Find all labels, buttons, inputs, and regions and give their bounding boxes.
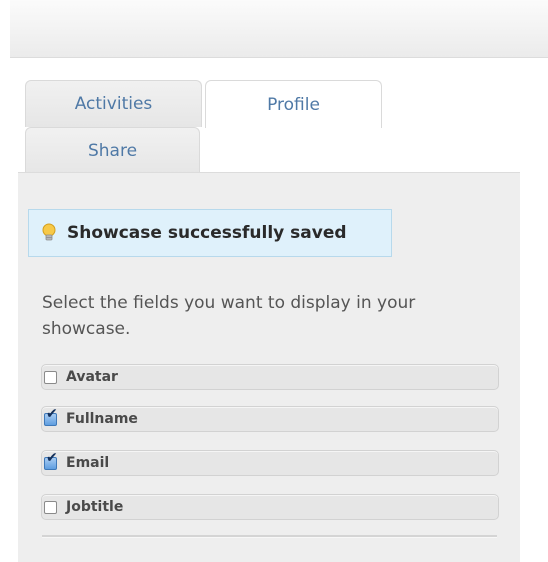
- tab-share-label: Share: [87, 141, 138, 161]
- email-checkbox[interactable]: ✔: [44, 451, 58, 470]
- field-row-email[interactable]: ✔ Email: [41, 450, 499, 476]
- checkmark-icon: ✔: [46, 449, 58, 466]
- success-notice: Showcase successfully saved: [28, 209, 392, 257]
- fullname-checkbox[interactable]: ✔: [44, 407, 58, 426]
- success-message: Showcase successfully saved: [67, 223, 347, 243]
- field-row-jobtitle[interactable]: Jobtitle: [41, 494, 499, 520]
- field-label-email: Email: [66, 455, 110, 471]
- field-selection-description: Select the fields you want to display in…: [42, 293, 416, 339]
- avatar-checkbox[interactable]: [44, 370, 57, 384]
- field-label-avatar: Avatar: [66, 369, 118, 385]
- lightbulb-icon: [42, 223, 56, 241]
- divider: [42, 535, 497, 538]
- field-label-fullname: Fullname: [66, 411, 138, 427]
- checkmark-icon: ✔: [46, 405, 58, 422]
- tab-profile[interactable]: Profile: [205, 80, 382, 128]
- field-row-fullname[interactable]: ✔ Fullname: [41, 406, 499, 432]
- jobtitle-checkbox[interactable]: [44, 500, 57, 514]
- top-bar: [10, 0, 548, 58]
- tab-activities[interactable]: Activities: [25, 80, 202, 127]
- field-label-jobtitle: Jobtitle: [66, 499, 124, 515]
- field-row-avatar[interactable]: Avatar: [41, 364, 499, 390]
- tab-activities-label: Activities: [74, 94, 153, 114]
- tab-share[interactable]: Share: [25, 127, 200, 174]
- tab-profile-label: Profile: [267, 94, 320, 115]
